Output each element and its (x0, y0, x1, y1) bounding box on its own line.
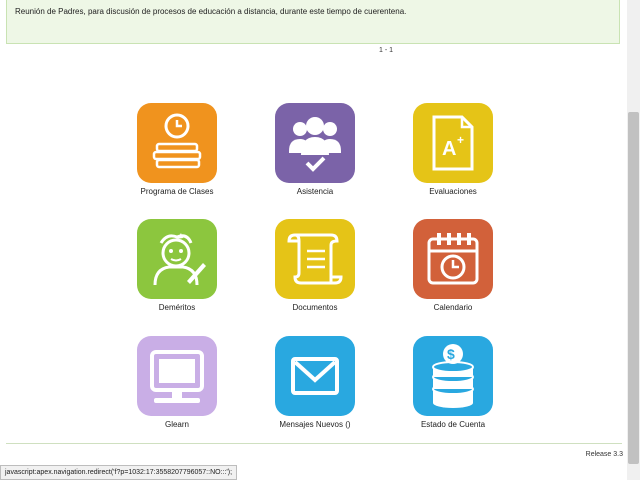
tile-glearn[interactable]: Glearn (122, 336, 232, 429)
browser-status-bar: javascript:apex.navigation.redirect('f?p… (0, 465, 237, 480)
grade-document-icon[interactable]: A + (413, 103, 493, 183)
svg-text:$: $ (447, 346, 455, 362)
tile-label[interactable]: Asistencia (260, 187, 370, 196)
tile-programa-de-clases[interactable]: Programa de Clases (122, 103, 232, 196)
tile-label[interactable]: Estado de Cuenta (398, 420, 508, 429)
scroll-icon[interactable] (275, 219, 355, 299)
tile-label[interactable]: Programa de Clases (122, 187, 232, 196)
tile-demeritos[interactable]: Deméritos (122, 219, 232, 312)
footer-divider (6, 443, 622, 444)
release-version: Release 3.3 (585, 451, 623, 458)
student-writing-icon[interactable] (137, 219, 217, 299)
monitor-icon[interactable] (137, 336, 217, 416)
tile-label[interactable]: Evaluaciones (398, 187, 508, 196)
status-url: javascript:apex.navigation.redirect('f?p… (5, 469, 233, 476)
books-clock-icon[interactable] (137, 103, 217, 183)
svg-text:+: + (457, 133, 464, 147)
tile-documentos[interactable]: Documentos (260, 219, 370, 312)
tile-asistencia[interactable]: Asistencia (260, 103, 370, 196)
announcement-banner: Reunión de Padres, para discusión de pro… (6, 0, 620, 44)
tile-mensajes-nuevos[interactable]: Mensajes Nuevos () (260, 336, 370, 429)
scrollbar-thumb[interactable] (628, 112, 639, 464)
tile-label[interactable]: Calendario (398, 303, 508, 312)
announcement-text: Reunión de Padres, para discusión de pro… (15, 7, 407, 16)
svg-text:A: A (442, 138, 456, 160)
pagination-label: 1 - 1 (379, 47, 394, 54)
tile-label[interactable]: Glearn (122, 420, 232, 429)
tile-calendario[interactable]: Calendario (398, 219, 508, 312)
tile-label[interactable]: Documentos (260, 303, 370, 312)
coins-dollar-icon[interactable]: $ (413, 336, 493, 416)
tile-estado-de-cuenta[interactable]: $ Estado de Cuenta (398, 336, 508, 429)
tile-evaluaciones[interactable]: A + Evaluaciones (398, 103, 508, 196)
envelope-icon[interactable] (275, 336, 355, 416)
group-check-icon[interactable] (275, 103, 355, 183)
tile-label[interactable]: Deméritos (122, 303, 232, 312)
calendar-clock-icon[interactable] (413, 219, 493, 299)
tile-label[interactable]: Mensajes Nuevos () (260, 420, 370, 429)
